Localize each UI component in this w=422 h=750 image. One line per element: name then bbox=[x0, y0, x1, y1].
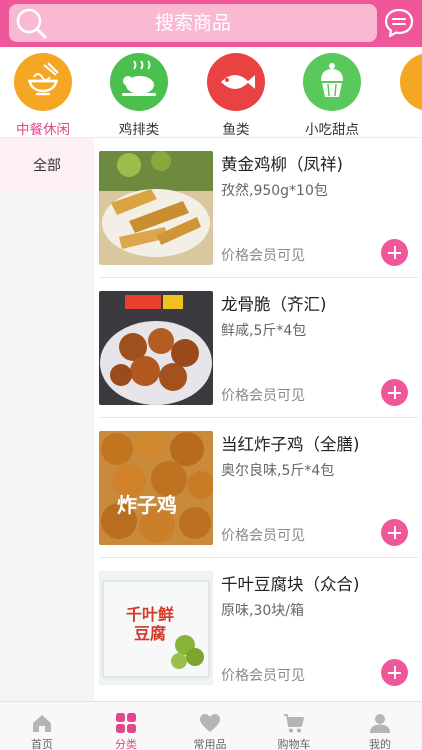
tab-label: 我的 bbox=[369, 738, 391, 750]
category-label: 鸡排类 bbox=[118, 122, 160, 137]
category-tab-grill[interactable]: 烤 bbox=[394, 53, 422, 137]
sidebar-item-all[interactable]: 全部 bbox=[0, 138, 94, 194]
tab-profile[interactable]: 我的 bbox=[338, 702, 422, 750]
product-card[interactable]: 黄金鸡柳（凤祥) 孜然,950g*10包 价格会员可见 bbox=[94, 138, 422, 278]
product-spec: 鲜咸,5斤*4包 bbox=[221, 323, 307, 339]
heart-icon bbox=[200, 714, 220, 732]
tab-category[interactable]: 分类 bbox=[84, 702, 168, 750]
tab-label: 购物车 bbox=[277, 738, 311, 750]
message-icon[interactable] bbox=[383, 7, 415, 39]
category-label: 鱼类 bbox=[222, 122, 250, 137]
product-price: 价格会员可见 bbox=[221, 528, 305, 544]
tab-cart[interactable]: 购物车 bbox=[252, 702, 336, 750]
tab-favorites[interactable]: 常用品 bbox=[168, 702, 252, 750]
product-spec: 孜然,950g*10包 bbox=[221, 183, 328, 199]
tab-label: 首页 bbox=[31, 738, 53, 750]
tab-label: 常用品 bbox=[193, 738, 227, 750]
product-image-caption: 炸子鸡 bbox=[117, 493, 177, 517]
bottom-tab-bar: 首页 分类 常用品 购物车 我的 bbox=[0, 701, 422, 750]
top-bar: 搜索商品 bbox=[0, 0, 422, 47]
category-tab-snacks-desserts[interactable]: 小吃甜点 bbox=[297, 53, 367, 137]
product-price: 价格会员可见 bbox=[221, 248, 305, 264]
cart-icon bbox=[284, 714, 304, 733]
grill-icon bbox=[400, 53, 422, 111]
product-name[interactable]: 千叶豆腐块（众合) bbox=[221, 571, 359, 595]
add-to-cart-button[interactable] bbox=[381, 659, 408, 686]
fried-chicken-cartilage-image[interactable] bbox=[99, 291, 213, 405]
category-grid-icon bbox=[116, 713, 136, 733]
add-to-cart-button[interactable] bbox=[381, 519, 408, 546]
cupcake-icon bbox=[303, 53, 361, 111]
product-image-caption: 千叶鲜豆腐 bbox=[125, 605, 174, 643]
fried-chicken-image[interactable]: 炸子鸡 bbox=[99, 431, 213, 545]
category-label: 小吃甜点 bbox=[305, 122, 359, 137]
noodle-bowl-icon bbox=[14, 53, 72, 111]
product-price: 价格会员可见 bbox=[221, 668, 305, 684]
subcategory-sidebar: 全部 bbox=[0, 138, 94, 701]
category-strip: 中餐休闲 鸡排类 鱼类 小吃甜点 bbox=[0, 47, 422, 137]
tab-home[interactable]: 首页 bbox=[0, 702, 84, 750]
tab-label: 分类 bbox=[115, 738, 137, 750]
qianye-tofu-package-image[interactable]: 千叶鲜豆腐 bbox=[99, 571, 213, 685]
category-label: 中餐休闲 bbox=[16, 122, 70, 137]
roast-chicken-icon bbox=[110, 53, 168, 111]
add-to-cart-button[interactable] bbox=[381, 239, 408, 266]
fish-icon bbox=[207, 53, 265, 111]
add-to-cart-button[interactable] bbox=[381, 379, 408, 406]
user-icon bbox=[370, 714, 390, 733]
category-tab-fish[interactable]: 鱼类 bbox=[201, 53, 271, 137]
golden-chicken-strips-image[interactable] bbox=[99, 151, 213, 265]
product-spec: 奥尔良味,5斤*4包 bbox=[221, 463, 335, 479]
search-placeholder: 搜索商品 bbox=[154, 12, 231, 34]
product-name[interactable]: 黄金鸡柳（凤祥) bbox=[221, 151, 343, 175]
product-card[interactable]: 炸子鸡 当红炸子鸡（全膳) 奥尔良味,5斤*4包 价格会员可见 bbox=[94, 418, 422, 558]
category-label: 烤 bbox=[394, 118, 422, 137]
product-name[interactable]: 龙骨脆（齐汇) bbox=[221, 291, 326, 315]
search-input[interactable]: 搜索商品 bbox=[9, 4, 377, 42]
product-card[interactable]: 龙骨脆（齐汇) 鲜咸,5斤*4包 价格会员可见 bbox=[94, 278, 422, 418]
category-tab-chicken-cutlet[interactable]: 鸡排类 bbox=[104, 53, 174, 137]
product-card[interactable]: 千叶鲜豆腐 千叶豆腐块（众合) 原味,30块/箱 价格会员可见 bbox=[94, 558, 422, 698]
category-tab-chinese-snacks[interactable]: 中餐休闲 bbox=[8, 53, 78, 137]
product-list[interactable]: 黄金鸡柳（凤祥) 孜然,950g*10包 价格会员可见 龙骨脆（齐汇) 鲜咸,5… bbox=[94, 138, 422, 701]
product-spec: 原味,30块/箱 bbox=[221, 603, 304, 619]
home-icon bbox=[33, 715, 51, 732]
product-price: 价格会员可见 bbox=[221, 388, 305, 404]
product-name[interactable]: 当红炸子鸡（全膳) bbox=[221, 431, 359, 455]
